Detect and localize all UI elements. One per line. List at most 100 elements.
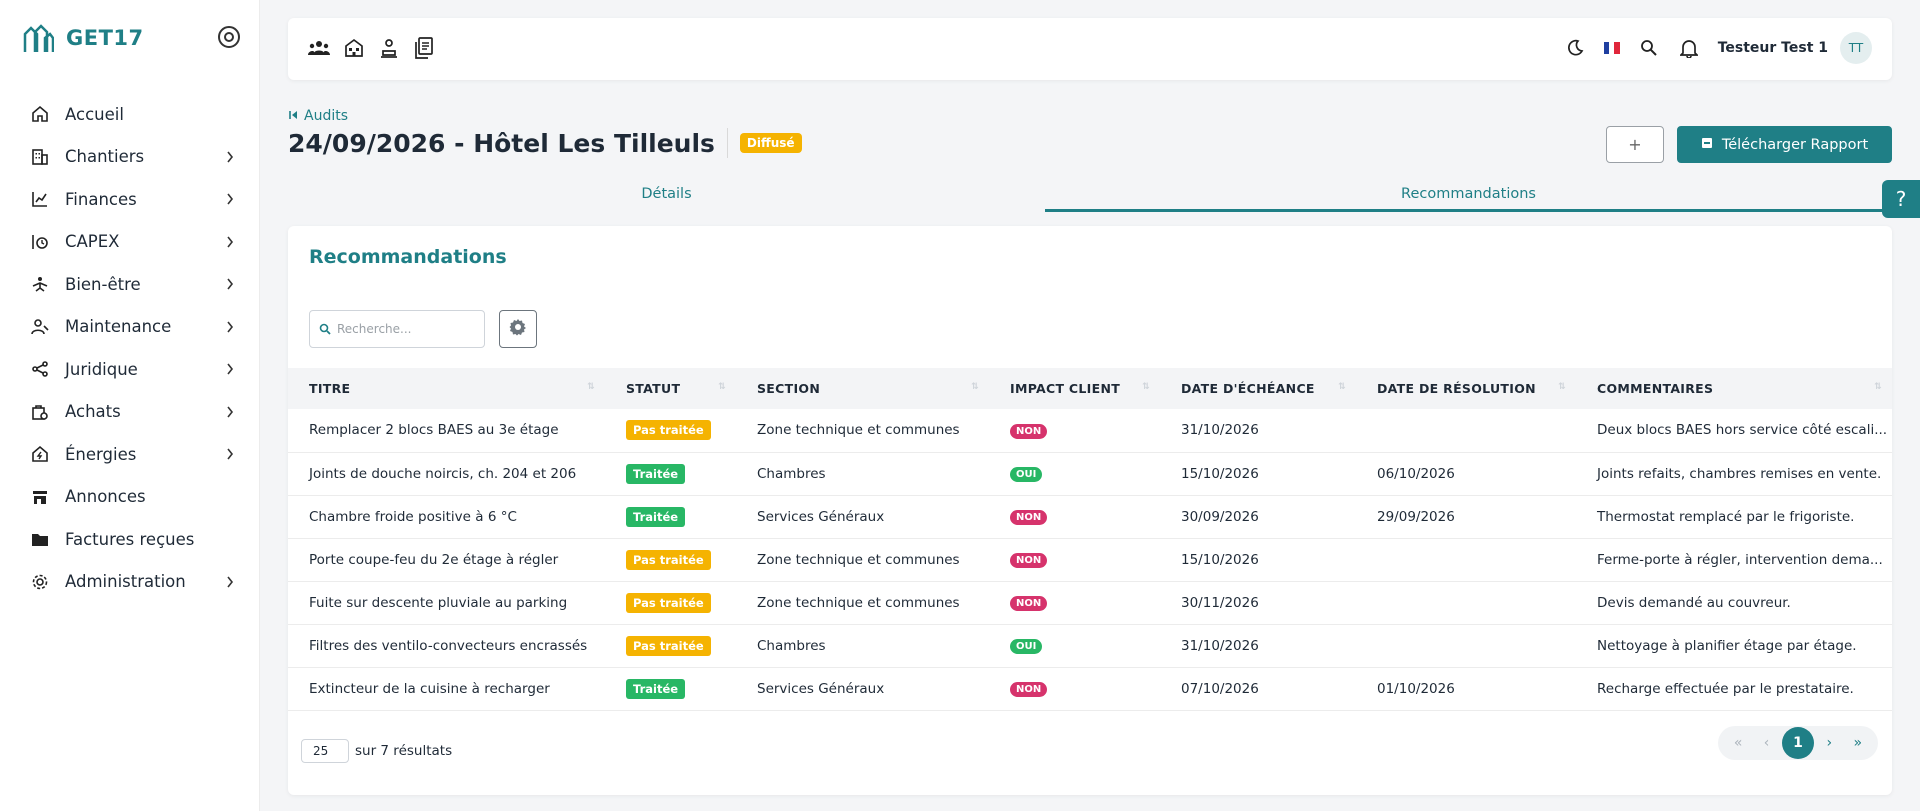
cell-echeance: 15/10/2026 (1181, 551, 1259, 568)
search-icon[interactable] (1638, 37, 1660, 59)
tab-details[interactable]: Détails (288, 180, 1045, 212)
cell-resolution: 01/10/2026 (1377, 680, 1455, 697)
finance-icon (30, 189, 50, 209)
cell-statut: Pas traitée (605, 409, 736, 452)
column-header-impact-client[interactable]: IMPACT CLIENT ⇅ (989, 368, 1160, 409)
user-name[interactable]: Testeur Test 1 (1718, 40, 1828, 56)
sidebar-item-factures-recues[interactable]: Factures reçues (0, 518, 260, 561)
table-row[interactable]: Fuite sur descente pluviale au parking P… (288, 581, 1892, 624)
sidebar-item-annonces[interactable]: Annonces (0, 476, 260, 519)
cell-impact: NON (989, 495, 1160, 538)
table-row[interactable]: Joints de douche noircis, ch. 204 et 206… (288, 452, 1892, 495)
search-field[interactable] (309, 310, 485, 348)
impact-pill: NON (1010, 596, 1048, 611)
cell-impact: OUI (989, 452, 1160, 495)
sidebar-collapse-button[interactable] (218, 26, 240, 48)
sidebar-item-label: Administration (65, 572, 186, 592)
cell-echeance: 31/10/2026 (1181, 422, 1259, 439)
capex-icon (30, 232, 50, 252)
table-row[interactable]: Chambre froide positive à 6 °C Traitée S… (288, 495, 1892, 538)
search-icon (319, 320, 331, 339)
gear-icon (509, 318, 527, 340)
chevron-right-icon (222, 191, 238, 207)
first-page-button[interactable]: « (1725, 735, 1751, 751)
sort-icon: ⇅ (1874, 382, 1882, 392)
sidebar-item-juridique[interactable]: Juridique (0, 348, 260, 391)
cell-titre: Joints de douche noircis, ch. 204 et 206 (309, 465, 577, 482)
column-header-commentaires[interactable]: COMMENTAIRES ⇅ (1576, 368, 1892, 409)
sidebar-nav: Accueil Chantiers Finances CAPEX Bien-êt… (0, 93, 260, 603)
sidebar-item-label: Achats (65, 402, 121, 422)
sidebar-item-label: Accueil (65, 104, 124, 124)
sidebar-item-accueil[interactable]: Accueil (0, 93, 260, 136)
sidebar-item-capex[interactable]: CAPEX (0, 221, 260, 264)
person-icon[interactable] (378, 37, 400, 59)
cell-statut: Traitée (605, 452, 736, 495)
table-row[interactable]: Filtres des ventilo-convecteurs encrassé… (288, 624, 1892, 667)
column-header-section[interactable]: SECTION ⇅ (736, 368, 989, 409)
panel-title: Recommandations (309, 246, 507, 268)
sidebar-item-achats[interactable]: Achats (0, 391, 260, 434)
column-header-date-resolution[interactable]: DATE DE RÉSOLUTION ⇅ (1356, 368, 1576, 409)
table-header-row: TITRE ⇅ STATUT ⇅ SECTION ⇅ IMPACT CLIENT ⇅ D… (288, 368, 1892, 409)
cell-impact: NON (989, 667, 1160, 710)
tabs: Détails Recommandations (288, 180, 1892, 212)
brand[interactable]: GET17 (22, 22, 144, 54)
impact-pill: NON (1010, 553, 1048, 568)
hotel-icon[interactable] (343, 37, 365, 59)
sidebar-item-finances[interactable]: Finances (0, 178, 260, 221)
add-button[interactable]: + (1606, 126, 1664, 163)
table-footer: 25 sur 7 résultats (301, 739, 452, 763)
topbar: Testeur Test 1 TT (288, 18, 1892, 80)
table-row[interactable]: Extincteur de la cuisine à recharger Tra… (288, 667, 1892, 710)
cell-section: Zone technique et communes (757, 422, 960, 439)
sidebar-item-energies[interactable]: Énergies (0, 433, 260, 476)
cell-echeance: 30/09/2026 (1181, 508, 1259, 525)
share-icon (30, 359, 50, 379)
moon-icon[interactable] (1564, 37, 1586, 59)
users-icon[interactable] (308, 37, 330, 59)
cell-section: Services Généraux (757, 680, 885, 697)
search-input[interactable] (337, 322, 477, 336)
download-report-label: Télécharger Rapport (1721, 136, 1869, 153)
cell-echeance: 15/10/2026 (1181, 465, 1259, 482)
download-report-button[interactable]: Télécharger Rapport (1677, 126, 1892, 163)
next-page-button[interactable]: › (1816, 735, 1842, 751)
flag-fr-icon[interactable] (1603, 42, 1620, 54)
table-row[interactable]: Remplacer 2 blocs BAES au 3e étage Pas t… (288, 409, 1892, 452)
cell-titre: Remplacer 2 blocs BAES au 3e étage (309, 422, 559, 439)
table-row[interactable]: Porte coupe-feu du 2e étage à régler Pas… (288, 538, 1892, 581)
cell-commentaire: Joints refaits, chambres remises en vent… (1597, 465, 1882, 482)
document-icon[interactable] (413, 37, 435, 59)
gear-icon (30, 572, 50, 592)
chevron-right-icon (222, 149, 238, 165)
sidebar-item-maintenance[interactable]: Maintenance (0, 306, 260, 349)
sidebar-item-label: Juridique (65, 359, 138, 379)
recommendations-panel: Recommandations TITRE⇅ STATUT⇅ SECTION⇅ … (288, 226, 1892, 795)
sidebar-item-label: Énergies (65, 444, 137, 464)
cell-titre: Fuite sur descente pluviale au parking (309, 594, 568, 611)
column-header-titre[interactable]: TITRE ⇅ (288, 368, 605, 409)
current-page-button[interactable]: 1 (1781, 727, 1814, 759)
sidebar-item-chantiers[interactable]: Chantiers (0, 136, 260, 179)
breadcrumb[interactable]: Audits (289, 108, 348, 124)
chevron-right-icon (222, 276, 238, 292)
sidebar-item-bien-etre[interactable]: Bien-être (0, 263, 260, 306)
sidebar-item-administration[interactable]: Administration (0, 561, 260, 604)
bell-icon[interactable] (1678, 37, 1700, 59)
table-settings-button[interactable] (499, 310, 537, 348)
page-size-select[interactable]: 25 (301, 739, 349, 763)
tab-recommandations[interactable]: Recommandations (1045, 180, 1892, 212)
sidebar-item-label: Bien-être (65, 274, 141, 294)
cell-commentaire: Deux blocs BAES hors service côté escali… (1597, 422, 1888, 439)
cell-statut: Pas traitée (605, 581, 736, 624)
prev-page-button[interactable]: ‹ (1754, 735, 1780, 751)
column-header-statut[interactable]: STATUT ⇅ (605, 368, 736, 409)
cell-commentaire: Thermostat remplacé par le frigoriste. (1597, 508, 1855, 525)
sort-icon: ⇅ (587, 382, 595, 392)
column-header-date-echeance[interactable]: DATE D'ÉCHÉANCE ⇅ (1160, 368, 1356, 409)
status-pill: Traitée (626, 506, 686, 527)
avatar[interactable]: TT (1840, 32, 1872, 64)
logo-icon (23, 24, 54, 52)
last-page-button[interactable]: » (1845, 735, 1871, 751)
